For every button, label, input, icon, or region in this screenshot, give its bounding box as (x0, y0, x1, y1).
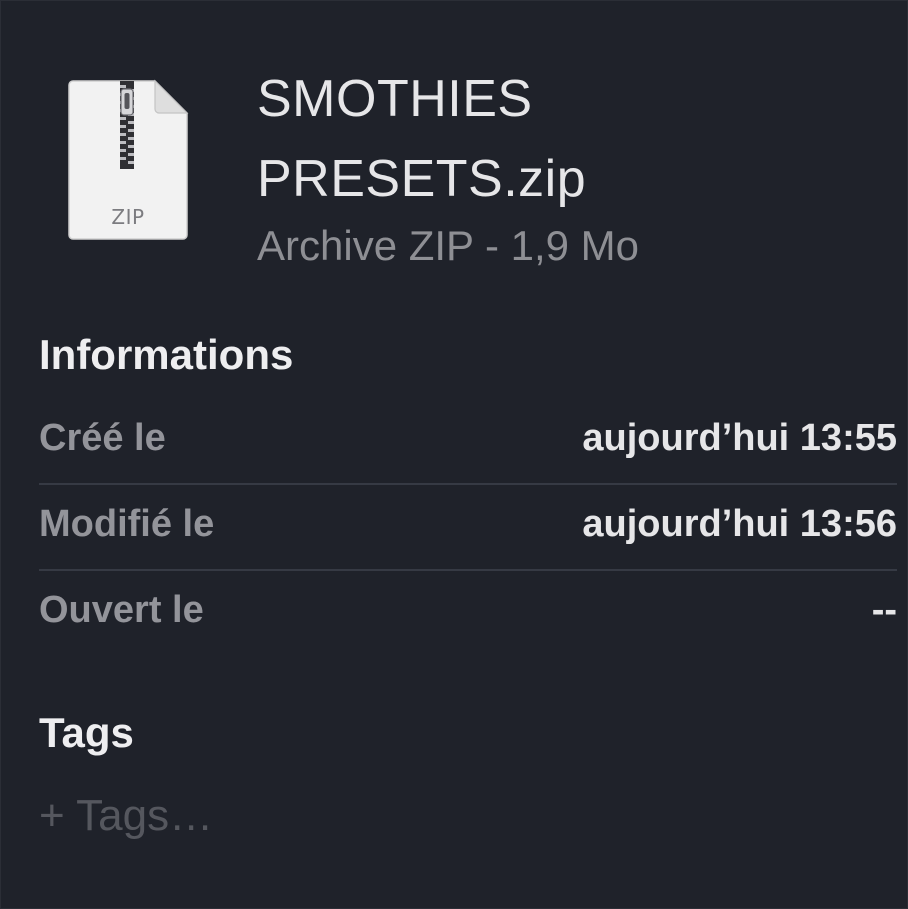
file-name: SMOTHIES PRESETS.zip (257, 70, 587, 208)
file-kind-size: Archive ZIP - 1,9 Mo (257, 222, 640, 269)
info-row-created: Créé le aujourd’hui 13:55 (39, 399, 897, 485)
info-label-opened: Ouvert le (39, 589, 204, 631)
info-value-created: aujourd’hui 13:55 (582, 417, 897, 459)
info-value-modified: aujourd’hui 13:56 (582, 503, 897, 545)
zip-archive-icon[interactable]: ZIP (67, 79, 189, 241)
tags-heading[interactable]: Tags (39, 709, 134, 757)
info-label-created: Créé le (39, 417, 166, 459)
file-info-panel: ZIP SMOTHIES PRESETS.zip Archive ZIP - 1… (0, 0, 908, 909)
info-row-opened: Ouvert le -- (39, 571, 897, 657)
info-label-modified: Modifié le (39, 503, 215, 545)
info-value-opened: -- (871, 589, 897, 631)
add-tags-field[interactable]: + Tags… (39, 791, 213, 841)
zip-icon-label: ZIP (111, 205, 145, 229)
info-row-modified: Modifié le aujourd’hui 13:56 (39, 485, 897, 571)
informations-heading[interactable]: Informations (39, 331, 293, 379)
